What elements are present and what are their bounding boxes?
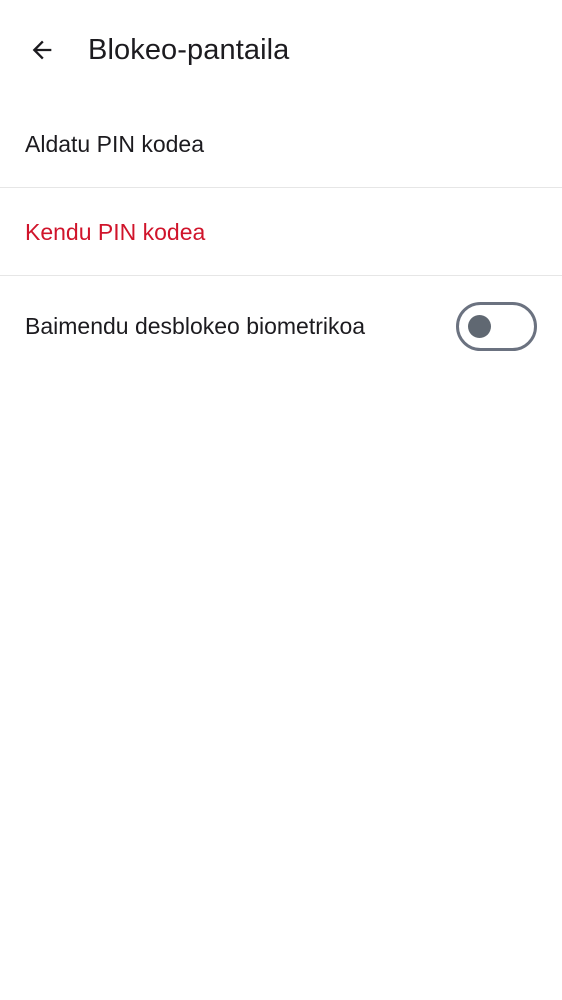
remove-pin-label: Kendu PIN kodea (25, 219, 206, 245)
change-pin-item[interactable]: Aldatu PIN kodea (0, 100, 562, 188)
page-title: Blokeo-pantaila (88, 34, 290, 66)
biometric-unlock-label: Baimendu desblokeo biometrikoa (25, 313, 366, 339)
switch-thumb (468, 315, 491, 338)
app-bar: Blokeo-pantaila (0, 0, 562, 100)
back-button[interactable] (20, 28, 64, 72)
change-pin-label: Aldatu PIN kodea (25, 131, 205, 157)
remove-pin-item[interactable]: Kendu PIN kodea (0, 188, 562, 276)
arrow-left-icon (28, 36, 56, 64)
biometric-unlock-item[interactable]: Baimendu desblokeo biometrikoa (0, 276, 562, 376)
settings-list: Aldatu PIN kodea Kendu PIN kodea Baimend… (0, 100, 562, 376)
biometric-unlock-switch[interactable] (456, 302, 537, 351)
lock-screen-settings: Blokeo-pantaila Aldatu PIN kodea Kendu P… (0, 0, 562, 1000)
